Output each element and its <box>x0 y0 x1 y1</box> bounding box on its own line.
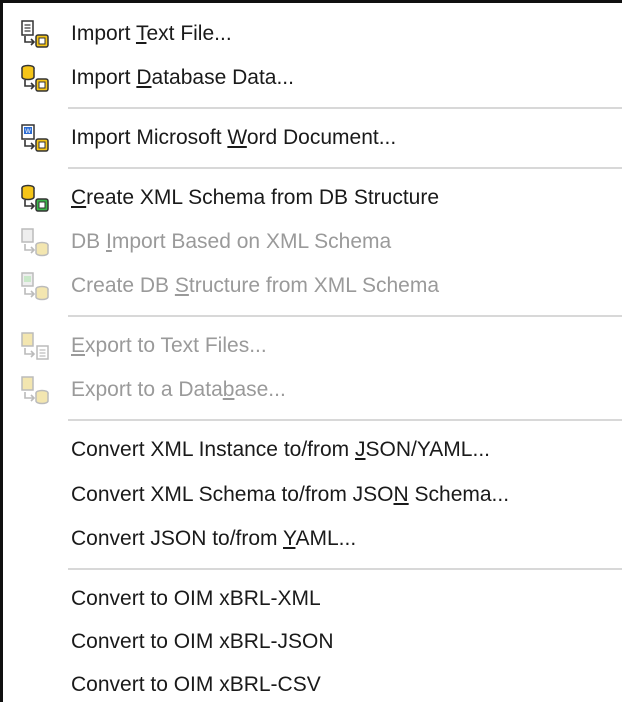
menu-item-accelerator: J <box>355 438 366 461</box>
create-db-structure-icon <box>19 272 53 302</box>
menu-item-label-rest: AML... <box>295 527 357 550</box>
db-import-schema-icon <box>19 228 53 258</box>
menu-item-import-text-file[interactable]: Import Text File... <box>6 12 622 56</box>
menu-item-label-rest: tructure from XML Schema <box>188 274 440 297</box>
menu-separator <box>68 419 622 421</box>
export-text-icon <box>19 332 53 362</box>
create-schema-from-db-icon <box>19 184 53 214</box>
menu-item-label-rest: mport Based on XML Schema <box>111 230 392 253</box>
menu-item-accelerator: E <box>71 334 86 357</box>
menu-item-accelerator: S <box>174 274 189 297</box>
import-text-file-icon <box>19 20 53 50</box>
export-database-icon <box>19 376 53 406</box>
menu-item-import-database-data[interactable]: Import Database Data... <box>6 56 622 100</box>
menu-item-label: Import <box>71 22 136 45</box>
menu-item-label: Convert XML Schema to/from JSO <box>71 483 394 506</box>
menu-item-label: Import Microsoft <box>71 126 228 149</box>
menu-item-convert-xml-schema-json-schema[interactable]: Convert XML Schema to/from JSON Schema..… <box>6 473 622 517</box>
menu-item-label: Convert to OIM xBRL-XML <box>71 587 321 610</box>
menu-item-accelerator: D <box>136 66 152 89</box>
menu-item-label: Create DB <box>71 274 175 297</box>
menu-item-accelerator: T <box>135 22 147 45</box>
import-database-icon <box>19 64 53 94</box>
menu-item-convert-oim-xbrl-csv[interactable]: Convert to OIM xBRL-CSV <box>6 663 622 707</box>
menu-item-label-rest: reate XML Schema from DB Structure <box>86 186 440 209</box>
menu-item-accelerator: C <box>71 186 87 209</box>
menu-item-label-rest: ext File... <box>146 22 232 45</box>
menu-item-accelerator: W <box>227 126 247 149</box>
menu-item-label-rest: ord Document... <box>246 126 397 149</box>
menu-separator <box>68 167 622 169</box>
menu-item-db-import-based-on-schema: DB Import Based on XML Schema <box>6 220 622 264</box>
menu-item-accelerator: b <box>222 378 235 401</box>
menu-item-convert-oim-xbrl-xml[interactable]: Convert to OIM xBRL-XML <box>6 577 622 621</box>
menu-item-export-text-files: Export to Text Files... <box>6 324 622 368</box>
menu-item-label: Convert JSON to/from <box>71 527 284 550</box>
menu-item-label: DB <box>71 230 107 253</box>
menu-item-label-rest: ase... <box>234 378 286 401</box>
svg-text:W: W <box>25 128 31 135</box>
menu-item-label-rest: atabase Data... <box>151 66 294 89</box>
menu-item-label: Convert to OIM xBRL-CSV <box>71 673 321 696</box>
menu-item-import-word-document[interactable]: W Import Microsoft Word Document... <box>6 116 622 160</box>
menu-item-label: Export to a Data <box>71 378 223 401</box>
menu-separator <box>68 568 622 570</box>
menu-item-label: Convert XML Instance to/from <box>71 438 356 461</box>
menu-item-accelerator: Y <box>283 527 296 550</box>
menu-item-label-rest: SON/YAML... <box>365 438 490 461</box>
menu-item-label-rest: xport to Text Files... <box>85 334 267 357</box>
menu-item-convert-xml-json-yaml[interactable]: Convert XML Instance to/from JSON/YAML..… <box>6 428 622 472</box>
menu-item-create-db-structure: Create DB Structure from XML Schema <box>6 264 622 308</box>
convert-menu: Import Text File... Import Database Data… <box>0 0 622 702</box>
menu-item-export-database: Export to a Database... <box>6 368 622 412</box>
menu-item-label: Convert to OIM xBRL-JSON <box>71 630 334 653</box>
menu-item-convert-oim-xbrl-json[interactable]: Convert to OIM xBRL-JSON <box>6 620 622 664</box>
menu-item-convert-json-yaml[interactable]: Convert JSON to/from YAML... <box>6 517 622 561</box>
menu-separator <box>68 107 622 109</box>
import-word-icon: W <box>19 124 53 154</box>
menu-separator <box>68 315 622 317</box>
menu-item-label-rest: Schema... <box>408 483 510 506</box>
menu-item-create-schema-from-db[interactable]: Create XML Schema from DB Structure <box>6 176 622 220</box>
menu-item-label: Import <box>71 66 137 89</box>
menu-item-accelerator: N <box>393 483 409 506</box>
